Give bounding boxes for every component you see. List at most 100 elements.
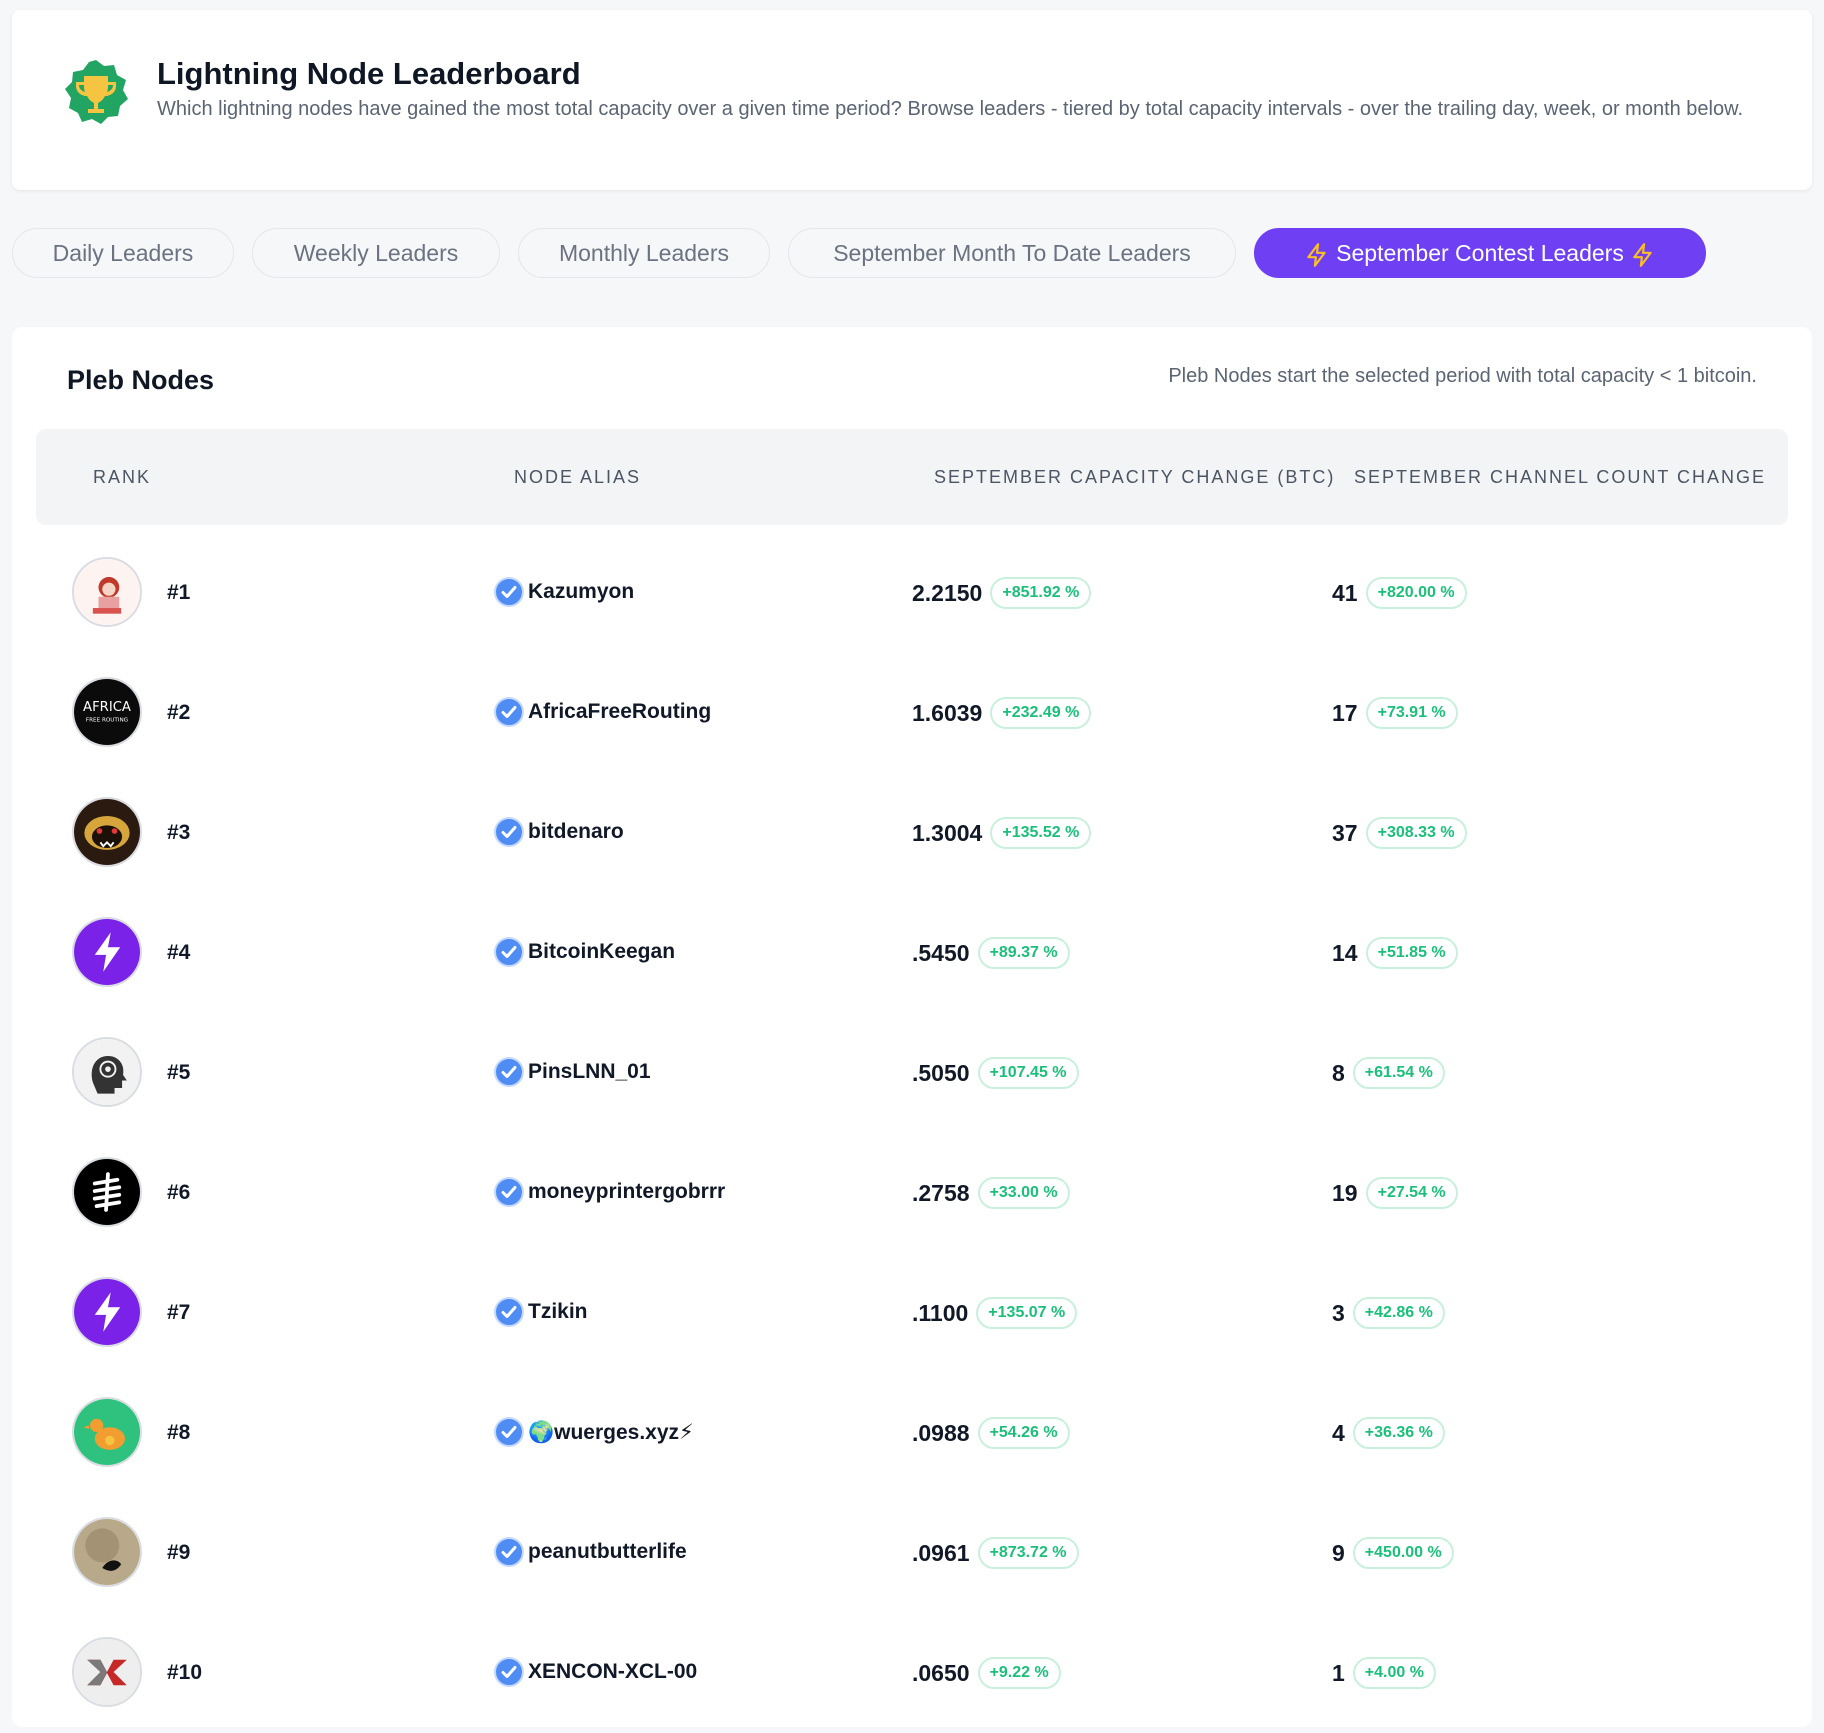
- table-row[interactable]: AFRICA FREE ROUTING #2 AfricaFreeRouting 1.6…: [12, 653, 1812, 773]
- tab-september-month-to-date-leaders[interactable]: September Month To Date Leaders: [788, 228, 1236, 278]
- node-avatar[interactable]: [72, 917, 142, 987]
- channel-count-value: 19: [1332, 1179, 1358, 1206]
- capacity-percent-badge: +107.45 %: [977, 1057, 1079, 1089]
- rank-label: #3: [167, 821, 191, 844]
- node-alias-link[interactable]: PinsLNN_01: [494, 1057, 651, 1087]
- channel-percent-badge: +36.36 %: [1352, 1417, 1445, 1449]
- capacity-change: .0961 +873.72 %: [912, 1537, 1079, 1569]
- channel-count-change: 14 +51.85 %: [1332, 937, 1458, 969]
- verified-icon: [494, 1657, 524, 1687]
- channel-percent-badge: +820.00 %: [1365, 577, 1467, 609]
- capacity-change: .5050 +107.45 %: [912, 1057, 1079, 1089]
- capacity-value: .2758: [912, 1179, 970, 1206]
- tab-label: September Month To Date Leaders: [833, 240, 1191, 266]
- capacity-percent-badge: +89.37 %: [977, 937, 1070, 969]
- capacity-change: .0988 +54.26 %: [912, 1417, 1070, 1449]
- rank-label: #8: [167, 1421, 191, 1444]
- node-alias: peanutbutterlife: [528, 1540, 687, 1563]
- channel-count-value: 8: [1332, 1059, 1345, 1086]
- table-row[interactable]: #5 PinsLNN_01 .5050 +107.45 % 8 +61.54 %: [12, 1013, 1812, 1133]
- node-alias: Tzikin: [528, 1300, 588, 1323]
- tab-label: Daily Leaders: [52, 240, 194, 266]
- node-avatar[interactable]: [72, 557, 142, 627]
- node-avatar[interactable]: [72, 1037, 142, 1107]
- capacity-change: .1100 +135.07 %: [912, 1297, 1078, 1329]
- node-alias: 🌍wuerges.xyz⚡: [528, 1420, 694, 1444]
- section-title: Pleb Nodes: [67, 365, 215, 395]
- page-title: Lightning Node Leaderboard: [157, 56, 581, 91]
- channel-count-change: 8 +61.54 %: [1332, 1057, 1445, 1089]
- node-alias: XENCON-XCL-00: [528, 1660, 698, 1683]
- column-header-rank: RANK: [93, 467, 152, 487]
- node-alias-link[interactable]: bitdenaro: [494, 817, 624, 847]
- node-alias-link[interactable]: 🌍wuerges.xyz⚡: [494, 1417, 694, 1447]
- node-alias-link[interactable]: Kazumyon: [494, 577, 634, 607]
- table-row[interactable]: #1 Kazumyon 2.2150 +851.92 % 41 +820.00 %: [12, 533, 1812, 653]
- rank-label: #5: [167, 1061, 191, 1084]
- node-avatar[interactable]: [72, 1397, 142, 1467]
- capacity-percent-badge: +232.49 %: [990, 697, 1092, 729]
- table-row[interactable]: #7 Tzikin .1100 +135.07 % 3 +42.86 %: [12, 1253, 1812, 1373]
- lightning-icon: [1633, 243, 1652, 267]
- channel-percent-badge: +61.54 %: [1352, 1057, 1445, 1089]
- node-avatar[interactable]: [72, 797, 142, 867]
- tab-september-contest-leaders[interactable]: September Contest Leaders: [1254, 228, 1706, 278]
- table-row[interactable]: #8 🌍wuerges.xyz⚡ .0988 +54.26 % 4 +36.36 %: [12, 1373, 1812, 1493]
- table-row[interactable]: #9 peanutbutterlife .0961 +873.72 % 9 +450.00…: [12, 1493, 1812, 1613]
- node-alias-link[interactable]: Tzikin: [494, 1297, 588, 1327]
- node-alias-link[interactable]: XENCON-XCL-00: [494, 1657, 697, 1687]
- table-row[interactable]: #6 moneyprintergobrrr .2758 +33.00 % 19 +27.5…: [12, 1133, 1812, 1253]
- channel-percent-badge: +27.54 %: [1365, 1177, 1458, 1209]
- node-alias: bitdenaro: [528, 820, 624, 843]
- column-header-capacity-change: SEPTEMBER CAPACITY CHANGE (BTC): [934, 467, 1336, 487]
- verified-icon: [494, 1177, 524, 1207]
- lightning-icon: [1307, 243, 1326, 267]
- channel-count-value: 17: [1332, 699, 1358, 726]
- node-avatar[interactable]: [72, 1517, 142, 1587]
- node-alias-link[interactable]: AfricaFreeRouting: [494, 697, 711, 727]
- capacity-percent-badge: +9.22 %: [977, 1657, 1061, 1689]
- node-avatar[interactable]: [72, 1637, 142, 1707]
- node-avatar[interactable]: [72, 1277, 142, 1347]
- leaderboard-card: Pleb Nodes Pleb Nodes start the selected…: [12, 327, 1812, 1727]
- tab-monthly-leaders[interactable]: Monthly Leaders: [518, 228, 770, 278]
- channel-count-change: 3 +42.86 %: [1332, 1297, 1445, 1329]
- node-alias-link[interactable]: peanutbutterlife: [494, 1537, 687, 1567]
- tab-daily-leaders[interactable]: Daily Leaders: [12, 228, 234, 278]
- verified-icon: [494, 1057, 524, 1087]
- channel-count-value: 9: [1332, 1539, 1345, 1566]
- rank-label: #6: [167, 1181, 191, 1204]
- node-avatar[interactable]: [72, 1157, 142, 1227]
- capacity-value: .1100: [912, 1299, 969, 1326]
- rank-label: #2: [167, 701, 191, 724]
- capacity-value: .0988: [912, 1419, 970, 1446]
- rank-label: #1: [167, 581, 191, 604]
- rank-label: #7: [167, 1301, 191, 1324]
- capacity-value: 2.2150: [912, 579, 983, 606]
- channel-count-change: 9 +450.00 %: [1332, 1537, 1454, 1569]
- channel-count-value: 41: [1332, 579, 1358, 606]
- node-alias: BitcoinKeegan: [528, 940, 676, 963]
- verified-icon: [494, 577, 524, 607]
- capacity-percent-badge: +873.72 %: [977, 1537, 1079, 1569]
- tab-weekly-leaders[interactable]: Weekly Leaders: [252, 228, 500, 278]
- channel-percent-badge: +73.91 %: [1365, 697, 1458, 729]
- node-alias-link[interactable]: BitcoinKeegan: [494, 937, 675, 967]
- rank-label: #4: [167, 941, 191, 964]
- node-alias-link[interactable]: moneyprintergobrrr: [494, 1177, 725, 1207]
- channel-count-change: 4 +36.36 %: [1332, 1417, 1445, 1449]
- section-note: Pleb Nodes start the selected period wit…: [1168, 365, 1757, 387]
- capacity-change: 1.6039 +232.49 %: [912, 697, 1092, 729]
- capacity-percent-badge: +851.92 %: [990, 577, 1092, 609]
- table-row[interactable]: #10 XENCON-XCL-00 .0650 +9.22 % 1 +4.00 %: [12, 1613, 1812, 1733]
- channel-percent-badge: +308.33 %: [1365, 817, 1467, 849]
- node-avatar[interactable]: AFRICA FREE ROUTING: [72, 677, 142, 747]
- channel-count-value: 37: [1332, 819, 1358, 846]
- capacity-change: 1.3004 +135.52 %: [912, 817, 1092, 849]
- table-row[interactable]: #4 BitcoinKeegan .5450 +89.37 % 14 +51.85 %: [12, 893, 1812, 1013]
- capacity-change: 2.2150 +851.92 %: [912, 577, 1092, 609]
- capacity-value: 1.3004: [912, 819, 983, 846]
- verified-icon: [494, 817, 524, 847]
- channel-count-change: 41 +820.00 %: [1332, 577, 1467, 609]
- table-row[interactable]: #3 bitdenaro 1.3004 +135.52 % 37 +308.33 %: [12, 773, 1812, 893]
